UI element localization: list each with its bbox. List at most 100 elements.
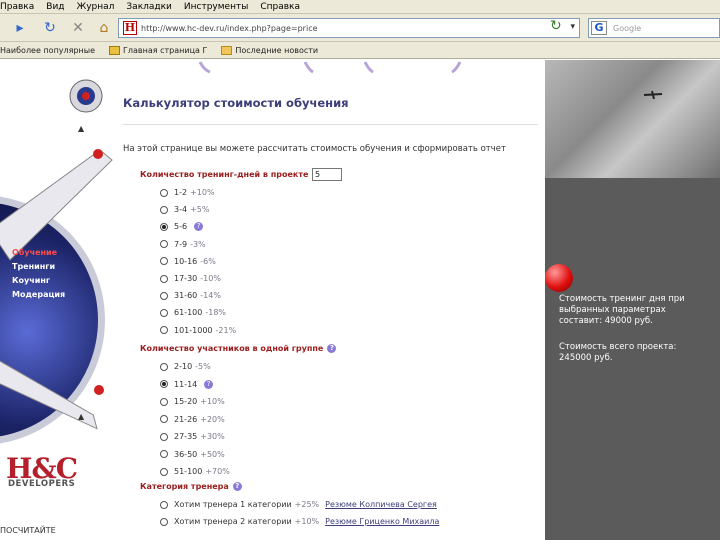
menu-help[interactable]: Справка <box>260 2 300 12</box>
address-bar[interactable]: H http://www.hc-dev.ru/index.php?page=pr… <box>118 18 580 38</box>
menu-view[interactable]: Вид <box>46 2 64 12</box>
option-modifier: -6% <box>200 256 216 266</box>
help-icon[interactable]: ? <box>204 379 214 389</box>
radio-button[interactable] <box>160 467 168 476</box>
radio-button[interactable] <box>160 397 168 406</box>
sky-photo <box>545 60 720 178</box>
radio-button[interactable] <box>160 257 168 266</box>
radio-option[interactable]: 15-20 +10% <box>160 397 225 406</box>
project-cost-line-1: Стоимость всего проекта: <box>559 342 677 352</box>
help-icon[interactable]: ? <box>194 222 204 232</box>
days-input[interactable]: 5 <box>312 168 342 181</box>
project-cost-result: Стоимость всего проекта: 245000 руб. <box>559 342 676 364</box>
nav-training[interactable]: Обучение <box>12 248 57 257</box>
address-text: http://www.hc-dev.ru/index.php?page=pric… <box>141 23 318 33</box>
radio-option[interactable]: 31-60 -14% <box>160 291 221 300</box>
radio-button[interactable] <box>160 240 168 249</box>
bookmark-news[interactable]: Последние новости <box>221 45 318 55</box>
option-modifier: +10% <box>190 188 215 197</box>
option-label: 36-50 <box>174 449 198 459</box>
option-modifier: -3% <box>190 239 206 249</box>
option-modifier: +50% <box>200 449 225 459</box>
radio-option[interactable]: 51-100 +70% <box>160 467 230 476</box>
menu-edit[interactable]: Правка <box>0 2 34 12</box>
radio-option[interactable]: 5-6? <box>160 222 204 232</box>
radio-option[interactable]: 3-4 +5% <box>160 205 209 214</box>
reload-button[interactable]: ↻ <box>40 18 60 38</box>
page-icon <box>109 45 121 55</box>
search-bar[interactable]: G Google <box>588 18 720 38</box>
forward-button[interactable]: ▸ <box>2 18 38 38</box>
bookmark-start-page[interactable]: Главная страница Г <box>109 45 207 55</box>
menu-bookmarks[interactable]: Закладки <box>126 2 172 12</box>
radio-button[interactable] <box>160 205 168 214</box>
option-modifier: +25% <box>294 500 320 509</box>
menu-tools[interactable]: Инструменты <box>184 2 248 12</box>
option-label: 31-60 <box>174 291 198 301</box>
nav-moderation[interactable]: Модерация <box>12 290 65 299</box>
radio-option[interactable]: 27-35 +30% <box>160 432 225 441</box>
radio-option[interactable]: 1-2 +10% <box>160 188 215 197</box>
hc-logo-subtitle: DEVELOPERS <box>8 479 76 489</box>
option-modifier: -18% <box>205 308 227 318</box>
help-icon[interactable]: ? <box>327 344 337 353</box>
radio-button[interactable] <box>160 450 168 458</box>
radio-option[interactable]: 36-50 +50% <box>160 450 225 459</box>
radio-button[interactable] <box>160 362 168 371</box>
radio-button[interactable] <box>160 415 168 423</box>
browser-navbar: ▸ ↻ ✕ ⌂ H http://www.hc-dev.ru/index.php… <box>0 14 720 42</box>
option-modifier: +10% <box>200 397 225 406</box>
radio-button[interactable] <box>160 380 168 388</box>
home-button[interactable]: ⌂ <box>94 18 114 38</box>
radio-option[interactable]: 21-26 +20% <box>160 415 225 424</box>
left-sidebar: ▲ ▲ Обучение Тренинги Коучинг Модерация … <box>0 60 120 540</box>
home-icon: ⌂ <box>99 20 109 36</box>
trainer-section-label: Категория тренера ? <box>140 482 242 491</box>
option-label: 10-16 <box>174 256 198 266</box>
option-modifier: +70% <box>205 467 230 476</box>
radio-button[interactable] <box>160 500 168 509</box>
radio-option[interactable]: 2-10 -5% <box>160 362 211 371</box>
radio-button[interactable] <box>160 222 168 231</box>
radio-option[interactable]: Хотим тренера 1 категории +25% Резюме Колп… <box>160 500 437 509</box>
radio-button[interactable] <box>160 188 168 197</box>
nav-trainings[interactable]: Тренинги <box>12 262 55 271</box>
option-label: Хотим тренера 1 категории <box>174 500 292 509</box>
dropdown-arrow-icon[interactable]: ▾ <box>570 22 575 32</box>
google-icon[interactable]: G <box>591 21 607 35</box>
scroll-up-icon[interactable]: ▲ <box>78 412 84 421</box>
radio-button[interactable] <box>160 432 168 441</box>
help-icon[interactable]: ? <box>232 482 242 491</box>
option-label: 27-35 <box>174 432 198 441</box>
nav-coaching[interactable]: Коучинг <box>12 276 50 285</box>
radio-button[interactable] <box>160 517 168 526</box>
stop-icon: ✕ <box>72 20 84 36</box>
menu-history[interactable]: Журнал <box>77 2 115 12</box>
result-panel: Стоимость тренинг дня при выбранных пара… <box>545 60 720 540</box>
resume-link[interactable]: Резюме Гриценко Михаила <box>325 517 439 526</box>
option-modifier: +30% <box>200 432 225 441</box>
radio-option[interactable]: 11-14? <box>160 379 214 389</box>
scroll-up-icon[interactable]: ▲ <box>78 124 84 133</box>
radio-button[interactable] <box>160 326 168 335</box>
site-favicon-icon: H <box>123 21 137 35</box>
radio-option[interactable]: Хотим тренера 2 категории +10% Резюме Гриц… <box>160 517 439 526</box>
go-button[interactable]: ↻ <box>550 18 562 34</box>
radio-button[interactable] <box>160 308 168 317</box>
resume-link[interactable]: Резюме Колпичева Сергея <box>325 500 437 509</box>
stop-button[interactable]: ✕ <box>68 18 88 38</box>
day-cost-line-3: составит: 49000 руб. <box>559 316 653 326</box>
go-icon: ↻ <box>550 18 562 34</box>
option-label: 7-9 <box>174 239 188 249</box>
bookmark-popular[interactable]: Наиболее популярные <box>0 46 95 55</box>
radio-button[interactable] <box>160 291 168 300</box>
option-label: 11-14 <box>174 379 198 389</box>
radio-option[interactable]: 101-1000 -21% <box>160 326 236 335</box>
radio-option[interactable]: 17-30 -10% <box>160 274 221 283</box>
radio-option[interactable]: 7-9 -3% <box>160 240 206 249</box>
radio-button[interactable] <box>160 274 168 283</box>
option-label: 2-10 <box>174 362 193 371</box>
radio-option[interactable]: 10-16 -6% <box>160 257 216 266</box>
option-label: 1-2 <box>174 188 188 197</box>
radio-option[interactable]: 61-100 -18% <box>160 308 226 317</box>
